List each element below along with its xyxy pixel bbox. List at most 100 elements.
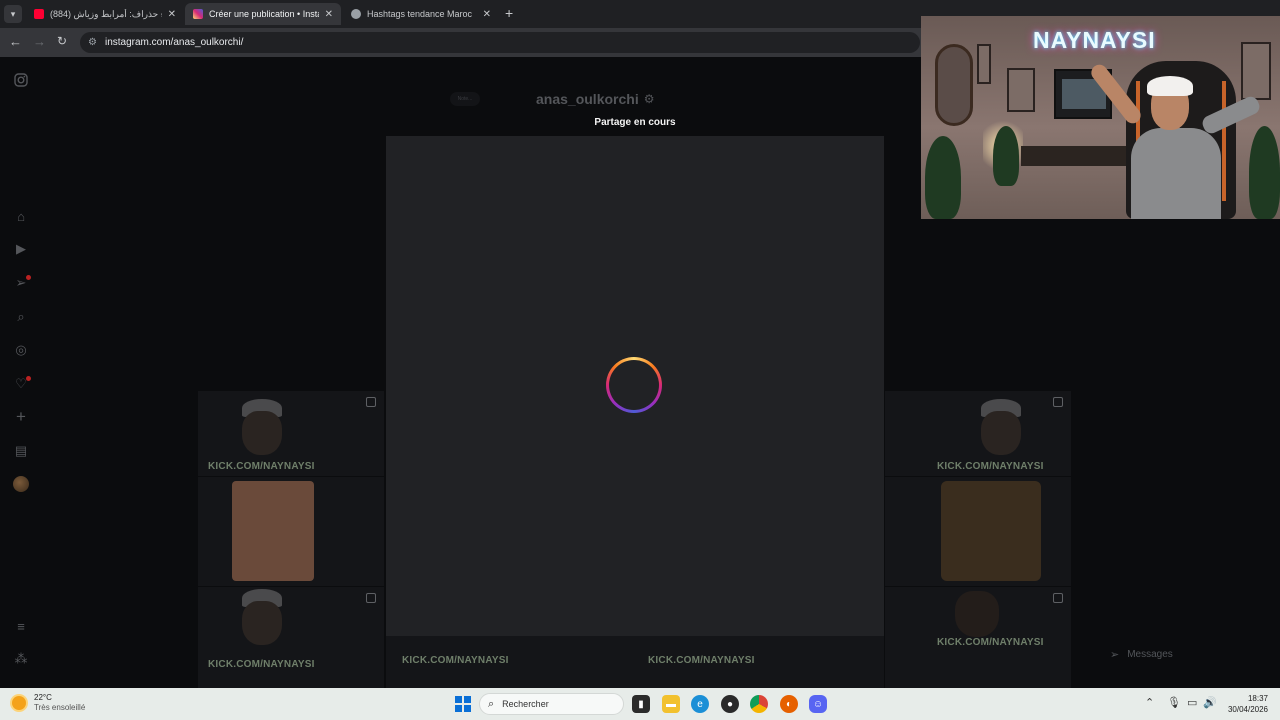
tab-instagram[interactable]: Créer une publication • Instagram ✕ <box>185 3 341 25</box>
reload-icon[interactable]: ↻ <box>57 34 67 48</box>
sun-icon <box>12 696 26 710</box>
task-view-icon[interactable]: ▮ <box>632 695 650 713</box>
loading-spinner-icon <box>606 357 662 413</box>
tray-overflow-icon[interactable]: ⌃ <box>1145 696 1154 709</box>
post-thumbnail <box>981 411 1021 455</box>
search-icon[interactable]: ⌕ <box>12 308 30 326</box>
post-thumbnail <box>232 481 314 581</box>
tab-search-dropdown[interactable]: ▾ <box>4 5 22 23</box>
firefox-icon[interactable]: ◐ <box>780 695 798 713</box>
messages-label: Messages <box>1127 648 1173 660</box>
wall-frame <box>1007 68 1035 112</box>
messages-button[interactable]: ➢ Messages <box>1098 640 1248 668</box>
grid-post[interactable] <box>885 477 1071 586</box>
notification-badge <box>26 376 31 381</box>
profile-avatar-icon[interactable] <box>12 475 30 493</box>
watermark-text: KICK.COM/NAYNAYSI <box>937 637 1044 648</box>
threads-icon[interactable]: ⁂ <box>12 650 30 668</box>
menu-icon[interactable]: ≡ <box>12 617 30 635</box>
tab-hashtags[interactable]: Hashtags tendance Maroc ✕ <box>343 3 499 25</box>
clock-time: 18:37 <box>1247 694 1268 703</box>
file-explorer-icon[interactable]: ▬ <box>662 695 680 713</box>
back-icon[interactable]: ← <box>9 34 22 49</box>
close-tab-icon[interactable]: ✕ <box>168 9 176 20</box>
instagram-logo-icon[interactable] <box>12 71 30 89</box>
webcam-overlay: NAYNAYSI <box>921 16 1280 219</box>
watermark-text: KICK.COM/NAYNAYSI <box>402 655 509 666</box>
sharing-modal <box>386 136 884 636</box>
instagram-sidebar: ⌂ ▶ ➢ ⌕ ◎ ♡ + ▤ ≡ ⁂ <box>0 57 42 688</box>
plant <box>993 126 1019 186</box>
home-icon[interactable]: ⌂ <box>12 207 30 225</box>
weather-widget[interactable]: 22°C Très ensoleillé <box>12 693 85 713</box>
chrome-icon[interactable] <box>750 695 768 713</box>
chatgpt-icon <box>351 9 361 19</box>
watermark-text: KICK.COM/NAYNAYSI <box>937 461 1044 472</box>
plant <box>925 136 961 219</box>
edge-icon[interactable]: e <box>691 695 709 713</box>
site-info-icon[interactable]: ⚙ <box>88 37 97 48</box>
taskbar-search[interactable]: ⌕ Rechercher <box>479 693 624 715</box>
watermark-text: KICK.COM/NAYNAYSI <box>648 655 755 666</box>
youtube-icon <box>34 9 44 19</box>
post-thumbnail <box>242 601 282 645</box>
tab-title: (884) زكرياء حذراف: أمرابط وزياش <box>50 8 162 19</box>
streamer-arm <box>1200 94 1262 136</box>
grid-post[interactable]: KICK.COM/NAYNAYSI <box>198 391 384 476</box>
wall-frame <box>977 44 991 84</box>
microphone-icon[interactable]: 🎙 <box>1167 696 1181 709</box>
url-bar[interactable]: ⚙ instagram.com/anas_oulkorchi/ <box>80 32 920 53</box>
reel-icon <box>1053 593 1063 603</box>
explore-icon[interactable]: ◎ <box>12 341 30 359</box>
clock-date: 30/04/2026 <box>1227 705 1268 714</box>
search-icon: ⌕ <box>488 697 495 710</box>
windows-start-icon[interactable] <box>455 696 471 712</box>
windows-taskbar: 22°C Très ensoleillé ⌕ Rechercher ▮ ▬ e … <box>0 688 1280 720</box>
steam-icon[interactable]: ● <box>721 695 739 713</box>
settings-icon[interactable]: ⚙ <box>644 92 655 106</box>
instagram-icon <box>193 9 203 19</box>
profile-note[interactable]: Note... <box>450 92 480 106</box>
post-thumbnail <box>941 481 1041 581</box>
messages-icon: ➢ <box>1110 648 1120 661</box>
post-thumbnail <box>955 591 999 637</box>
close-tab-icon[interactable]: ✕ <box>483 9 491 20</box>
wall-frame <box>1241 42 1271 100</box>
messages-badge <box>26 275 31 280</box>
post-thumbnail <box>242 411 282 455</box>
new-tab-button[interactable]: + <box>505 5 513 21</box>
neon-sign: NAYNAYSI <box>1033 27 1156 53</box>
reel-icon <box>366 593 376 603</box>
reel-icon <box>366 397 376 407</box>
watermark-text: KICK.COM/NAYNAYSI <box>208 461 315 472</box>
tab-title: Hashtags tendance Maroc <box>367 9 473 19</box>
tab-title: Créer une publication • Instagram <box>209 9 319 19</box>
weather-description: Très ensoleillé <box>34 703 86 712</box>
grid-post[interactable]: KICK.COM/NAYNAYSI <box>198 587 384 688</box>
forward-icon[interactable]: → <box>33 34 46 49</box>
create-icon[interactable]: + <box>12 407 30 426</box>
discord-icon[interactable]: ☺ <box>809 695 827 713</box>
profile-header: Note... anas_oulkorchi ⚙ <box>450 87 710 111</box>
close-tab-icon[interactable]: ✕ <box>325 9 333 20</box>
decor-mirror <box>935 44 973 126</box>
modal-title: Partage en cours <box>594 117 676 128</box>
system-clock[interactable]: 18:37 30/04/2026 <box>1222 693 1268 715</box>
network-icon[interactable]: ▭ <box>1187 696 1197 709</box>
tab-youtube[interactable]: (884) زكرياء حذراف: أمرابط وزياش ✕ <box>26 3 184 25</box>
dashboard-icon[interactable]: ▤ <box>12 442 30 460</box>
reel-icon <box>1053 397 1063 407</box>
watermark-text: KICK.COM/NAYNAYSI <box>208 659 315 670</box>
grid-post[interactable]: KICK.COM/NAYNAYSI <box>885 587 1071 688</box>
grid-post[interactable]: KICK.COM/NAYNAYSI KICK.COM/NAYNAYSI <box>386 636 884 688</box>
volume-icon[interactable]: 🔊 <box>1203 696 1217 709</box>
plant <box>1249 126 1280 219</box>
grid-post[interactable]: KICK.COM/NAYNAYSI <box>885 391 1071 476</box>
streamer <box>1088 61 1262 219</box>
profile-username: anas_oulkorchi <box>536 91 639 107</box>
grid-post[interactable] <box>198 477 384 586</box>
streamer-body <box>1131 128 1221 219</box>
streamer-cap <box>1147 76 1193 96</box>
reels-icon[interactable]: ▶ <box>12 240 30 258</box>
url-text: instagram.com/anas_oulkorchi/ <box>104 37 244 48</box>
